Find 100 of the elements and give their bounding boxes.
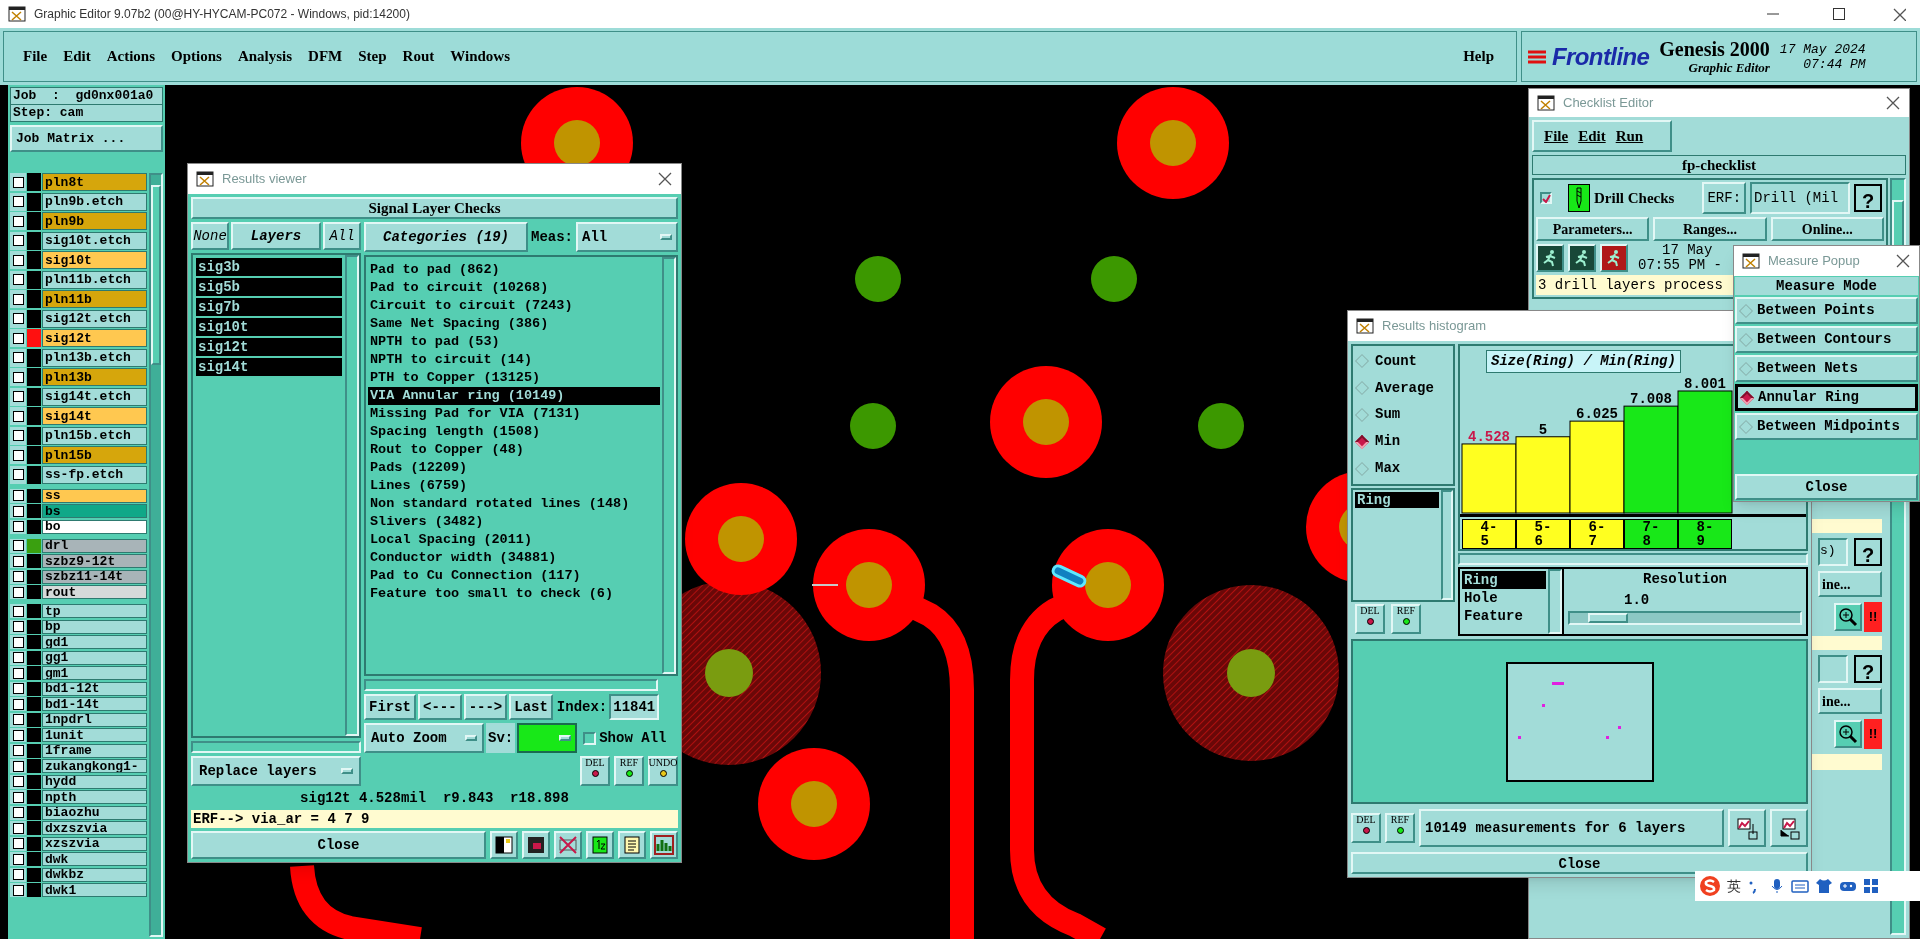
- layer-item[interactable]: pln15b.etch: [42, 426, 147, 445]
- text-field[interactable]: [1818, 655, 1848, 683]
- layer-checkbox[interactable]: [12, 555, 24, 567]
- layer-checkbox[interactable]: [12, 683, 24, 694]
- category-item[interactable]: Conductor width (34881): [368, 549, 660, 567]
- radio-button[interactable]: [1739, 390, 1755, 405]
- list-action-button[interactable]: DEL: [1355, 604, 1385, 634]
- layer-item[interactable]: bp: [42, 619, 147, 634]
- layer-checkbox[interactable]: [12, 838, 24, 849]
- help-menu[interactable]: Help: [1453, 45, 1504, 68]
- menu-item[interactable]: File: [1544, 124, 1569, 148]
- action-button[interactable]: UNDO: [648, 756, 678, 786]
- menu-item[interactable]: Analysis: [230, 45, 300, 68]
- measure-mode-option[interactable]: Between Midpoints: [1735, 413, 1918, 440]
- layer-list-item[interactable]: sig7b: [196, 298, 342, 316]
- footer-action-button[interactable]: DEL: [1351, 813, 1381, 843]
- layer-checkbox[interactable]: [12, 313, 24, 324]
- layer-item[interactable]: 1frame: [42, 743, 147, 758]
- layer-checkbox[interactable]: [12, 729, 24, 741]
- erf-button[interactable]: ERF:: [1702, 182, 1747, 214]
- layer-checkbox[interactable]: [12, 776, 24, 787]
- layer-checkbox[interactable]: [12, 698, 24, 710]
- stat-option[interactable]: Sum: [1353, 404, 1453, 426]
- layer-checkbox[interactable]: [12, 490, 24, 501]
- layer-checkbox[interactable]: [12, 822, 24, 834]
- category-item[interactable]: Non standard rotated lines (148): [368, 495, 660, 513]
- scrollbar[interactable]: [364, 679, 658, 691]
- layer-item[interactable]: tp: [42, 604, 147, 618]
- layer-checkbox[interactable]: [12, 391, 24, 402]
- meas-dropdown[interactable]: All: [576, 222, 678, 252]
- layer-item[interactable]: bs: [42, 504, 147, 518]
- category-item[interactable]: Feature too small to check (6): [368, 585, 660, 603]
- action-option-button[interactable]: ine...: [1818, 571, 1882, 597]
- layer-item[interactable]: bd1-12t: [42, 681, 147, 696]
- layer-checkbox[interactable]: [12, 869, 24, 880]
- toolbar-button[interactable]: [522, 831, 550, 859]
- layer-item[interactable]: gd1: [42, 635, 147, 649]
- layer-checkbox[interactable]: [12, 410, 24, 422]
- category-item[interactable]: Pads (12209): [368, 459, 660, 477]
- keyboard-icon[interactable]: [1791, 878, 1809, 894]
- layer-checkbox[interactable]: [12, 274, 24, 285]
- layer-mode-dropdown[interactable]: Replace layers: [191, 756, 361, 786]
- nav-button[interactable]: <---: [418, 694, 462, 720]
- layer-checkbox[interactable]: [12, 652, 24, 663]
- show-all-checkbox[interactable]: Show All: [583, 727, 667, 749]
- close-button[interactable]: Close: [1735, 474, 1918, 500]
- category-item[interactable]: Local Spacing (2011): [368, 531, 660, 549]
- grid-icon[interactable]: [1863, 878, 1879, 894]
- category-item[interactable]: Spacing length (1508): [368, 423, 660, 441]
- scrollbar[interactable]: [345, 255, 359, 736]
- ime-logo-icon[interactable]: [1699, 875, 1721, 897]
- layer-checkbox[interactable]: [12, 605, 24, 617]
- stat-option[interactable]: Count: [1353, 350, 1453, 372]
- nav-button[interactable]: First: [364, 694, 416, 720]
- close-icon[interactable]: [1895, 253, 1911, 269]
- layer-item[interactable]: sig14t: [42, 407, 147, 425]
- layer-item[interactable]: biaozhu: [42, 805, 147, 820]
- layer-checkbox[interactable]: [12, 235, 24, 246]
- value-type-item[interactable]: Hole: [1462, 589, 1546, 607]
- action-option-button[interactable]: Online...: [1770, 217, 1884, 241]
- layer-checkbox[interactable]: [12, 745, 24, 756]
- categories-button[interactable]: Categories (19): [364, 222, 528, 252]
- layer-checkbox[interactable]: [12, 714, 24, 725]
- layer-item[interactable]: szbz11-14t: [42, 569, 147, 584]
- layer-item[interactable]: pln11b: [42, 290, 147, 308]
- menu-item[interactable]: DFM: [301, 45, 350, 68]
- layer-item[interactable]: dwk1: [42, 883, 147, 897]
- category-item[interactable]: Slivers (3482): [368, 513, 660, 531]
- zoom-button[interactable]: [1834, 603, 1862, 631]
- layer-item[interactable]: xzszvia: [42, 836, 147, 851]
- action-button[interactable]: REF: [614, 756, 644, 786]
- layer-checkbox[interactable]: [12, 667, 24, 679]
- layer-item[interactable]: pln8t: [42, 173, 147, 191]
- layer-list-item[interactable]: sig3b: [196, 258, 342, 276]
- layer-item[interactable]: pln11b.etch: [42, 270, 147, 289]
- layer-item[interactable]: dwkbz: [42, 867, 147, 882]
- measure-mode-option[interactable]: Between Contours: [1735, 326, 1918, 353]
- menu-item[interactable]: Options: [164, 45, 229, 68]
- list-action-button[interactable]: REF: [1391, 604, 1421, 634]
- layer-checkbox[interactable]: [12, 521, 24, 532]
- layer-checkbox[interactable]: [12, 636, 24, 648]
- menu-item[interactable]: Windows: [443, 45, 517, 68]
- close-icon[interactable]: [657, 171, 673, 187]
- layer-item[interactable]: zukangkong1-: [42, 759, 147, 773]
- action-option-button[interactable]: Parameters...: [1536, 217, 1650, 241]
- layer-item[interactable]: pln13b: [42, 368, 147, 386]
- erf-field[interactable]: Drill (Mil: [1750, 182, 1851, 214]
- layer-checkbox[interactable]: [12, 807, 24, 818]
- category-item[interactable]: Same Net Spacing (386): [368, 315, 660, 333]
- layer-checkbox[interactable]: [12, 791, 24, 803]
- layer-item[interactable]: bo: [42, 519, 147, 534]
- layer-checkbox[interactable]: [12, 196, 24, 207]
- layer-item[interactable]: npth: [42, 790, 147, 804]
- scrollbar[interactable]: [1441, 490, 1453, 600]
- layer-item[interactable]: 1unit: [42, 728, 147, 742]
- value-type-item[interactable]: Feature: [1462, 607, 1546, 625]
- layer-list-item[interactable]: sig12t: [196, 338, 342, 356]
- run-button[interactable]: [1536, 244, 1564, 272]
- layer-checkbox[interactable]: [12, 586, 24, 598]
- layer-checkbox[interactable]: [12, 540, 24, 551]
